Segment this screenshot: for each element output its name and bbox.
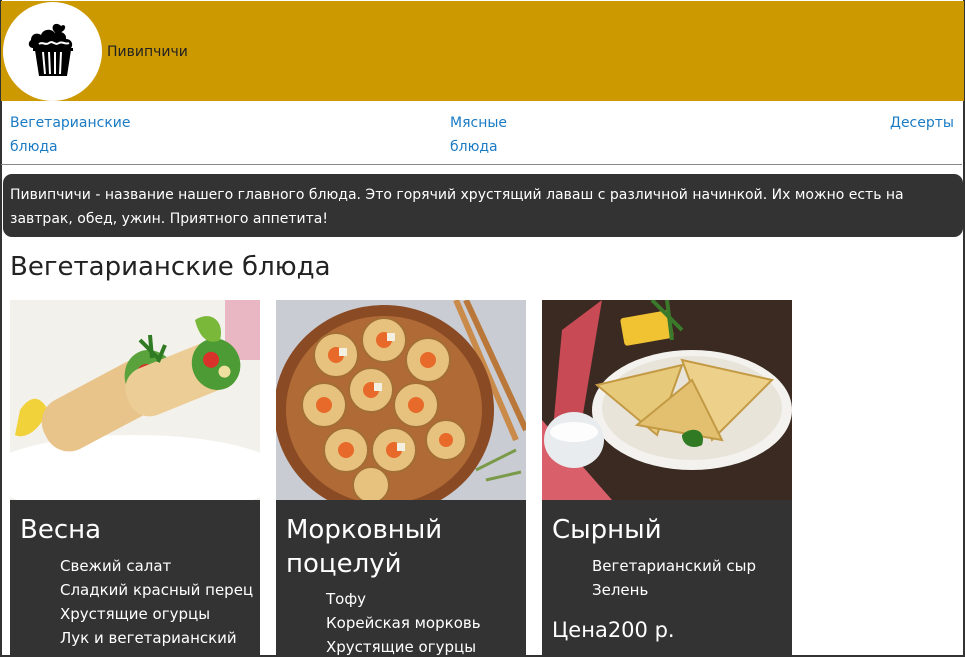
product-image [542, 300, 792, 500]
ingredient-item: Зелень [592, 581, 649, 599]
ingredient-item: Хрустящие огурцы [326, 638, 477, 656]
product-card[interactable]: Сырный Вегетарианский сыр Зелень Цена200… [542, 300, 792, 657]
nav-link-meat[interactable]: Мясные блюда [450, 111, 540, 159]
logo[interactable] [3, 2, 102, 101]
ingredient-item: Корейская морковь [326, 614, 481, 632]
ingredient-item: Тофу [326, 590, 367, 608]
site-header: Пивипчичи [1, 1, 964, 101]
ingredient-item: Сладкий красный перец [60, 581, 254, 599]
nav-link-vegetarian[interactable]: Вегетарианские блюда [10, 111, 150, 159]
ingredient-item: Вегетарианский сыр [592, 557, 757, 575]
product-price: Цена200 р. [552, 618, 675, 642]
product-card[interactable]: Морковный поцелуй Тофу Корейская морковь… [276, 300, 526, 657]
intro-banner: Пивипчичи - название нашего главного блю… [3, 174, 963, 237]
intro-text: Пивипчичи - название нашего главного блю… [10, 187, 904, 227]
cupcake-icon [28, 23, 73, 76]
nav-link-desserts[interactable]: Десерты [890, 111, 954, 135]
ingredient-list: Тофу Корейская морковь Хрустящие огурцы [326, 587, 481, 657]
product-title: Весна [20, 515, 102, 545]
section-title: Вегетарианские блюда [10, 252, 331, 282]
ingredient-list: Вегетарианский сыр Зелень [592, 554, 756, 602]
ingredient-list: Свежий салат Сладкий красный перец Хруст… [60, 554, 253, 650]
ingredient-item: Лук и вегетарианский [60, 629, 237, 647]
brand-name: Пивипчичи [107, 44, 188, 60]
product-title: Морковный поцелуй [286, 515, 443, 579]
product-title: Сырный [552, 515, 662, 545]
ingredient-item: Свежий салат [60, 557, 172, 575]
product-card[interactable]: Весна Свежий салат Сладкий красный перец… [10, 300, 260, 657]
ingredient-item: Хрустящие огурцы [60, 605, 211, 623]
main-nav: Вегетарианские блюда Мясные блюда Десерт… [1, 101, 962, 165]
product-image [10, 300, 260, 500]
product-image [276, 300, 526, 500]
